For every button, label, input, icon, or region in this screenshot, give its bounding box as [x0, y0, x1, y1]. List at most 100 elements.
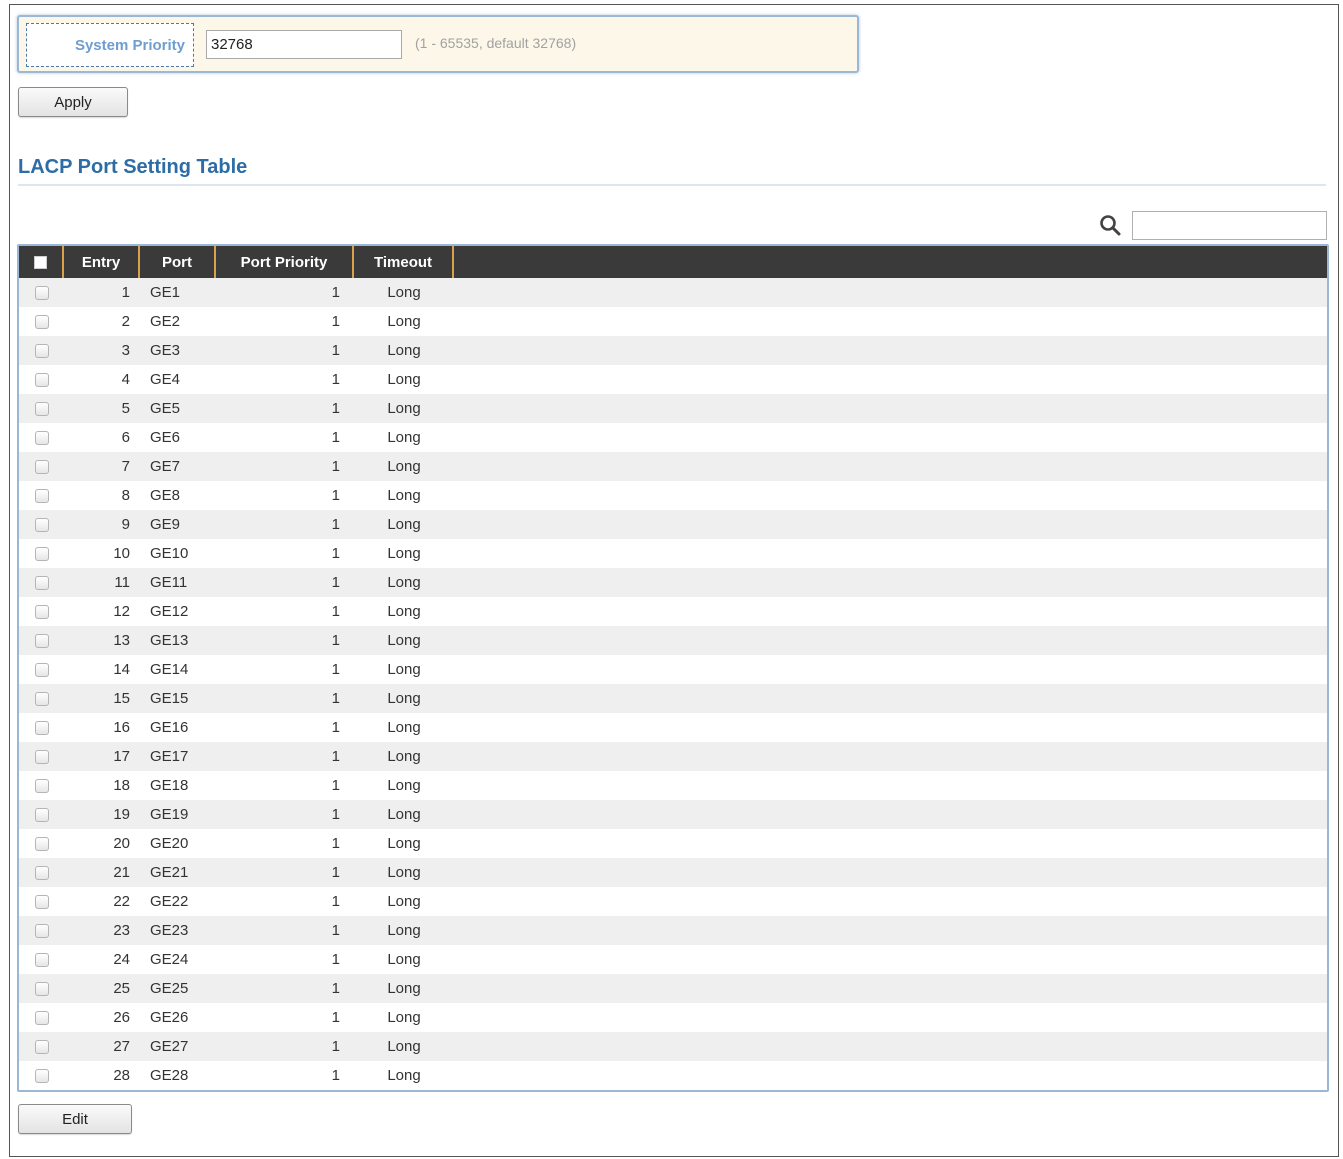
row-checkbox-cell — [19, 452, 64, 481]
select-all-checkbox[interactable] — [34, 255, 47, 269]
cell-port: GE2 — [150, 313, 181, 330]
table-row[interactable]: 15 GE15 1 Long — [19, 684, 1327, 713]
cell-timeout: Long — [387, 284, 421, 301]
row-checkbox-cell — [19, 278, 64, 307]
row-checkbox[interactable] — [34, 923, 49, 938]
cell-entry: 26 — [113, 1009, 130, 1026]
cell-port-priority: 1 — [331, 516, 340, 533]
table-row[interactable]: 27 GE27 1 Long — [19, 1032, 1327, 1061]
table-row[interactable]: 21 GE21 1 Long — [19, 858, 1327, 887]
table-row[interactable]: 11 GE11 1 Long — [19, 568, 1327, 597]
row-checkbox[interactable] — [34, 633, 49, 648]
row-checkbox[interactable] — [34, 807, 49, 822]
row-checkbox[interactable] — [34, 1039, 49, 1054]
cell-entry: 7 — [121, 458, 130, 475]
header-timeout[interactable]: Timeout — [354, 246, 454, 278]
row-checkbox-cell — [19, 945, 64, 974]
row-checkbox[interactable] — [34, 517, 49, 532]
table-row[interactable]: 20 GE20 1 Long — [19, 829, 1327, 858]
row-checkbox[interactable] — [34, 894, 49, 909]
system-priority-hint: (1 - 65535, default 32768) — [415, 35, 577, 51]
row-checkbox[interactable] — [34, 314, 49, 329]
cell-entry: 16 — [113, 719, 130, 736]
table-row[interactable]: 22 GE22 1 Long — [19, 887, 1327, 916]
cell-port: GE6 — [150, 429, 181, 446]
table-row[interactable]: 9 GE9 1 Long — [19, 510, 1327, 539]
table-row[interactable]: 6 GE6 1 Long — [19, 423, 1327, 452]
row-checkbox[interactable] — [34, 865, 49, 880]
table-row[interactable]: 26 GE26 1 Long — [19, 1003, 1327, 1032]
row-checkbox[interactable] — [34, 1010, 49, 1025]
cell-entry: 19 — [113, 806, 130, 823]
table-row[interactable]: 18 GE18 1 Long — [19, 771, 1327, 800]
search-input[interactable] — [1132, 211, 1327, 240]
row-checkbox[interactable] — [34, 1068, 49, 1083]
table-row[interactable]: 16 GE16 1 Long — [19, 713, 1327, 742]
cell-entry: 22 — [113, 893, 130, 910]
table-row[interactable]: 5 GE5 1 Long — [19, 394, 1327, 423]
cell-entry: 23 — [113, 922, 130, 939]
table-row[interactable]: 12 GE12 1 Long — [19, 597, 1327, 626]
table-row[interactable]: 10 GE10 1 Long — [19, 539, 1327, 568]
header-entry[interactable]: Entry — [64, 246, 140, 278]
table-row[interactable]: 13 GE13 1 Long — [19, 626, 1327, 655]
search-icon[interactable] — [1098, 213, 1122, 237]
cell-port: GE11 — [150, 574, 188, 591]
cell-entry: 24 — [113, 951, 130, 968]
row-checkbox[interactable] — [34, 488, 49, 503]
row-checkbox[interactable] — [34, 981, 49, 996]
cell-port-priority: 1 — [331, 951, 340, 968]
cell-port-priority: 1 — [331, 458, 340, 475]
cell-port-priority: 1 — [331, 342, 340, 359]
row-checkbox[interactable] — [34, 749, 49, 764]
table-row[interactable]: 25 GE25 1 Long — [19, 974, 1327, 1003]
row-checkbox[interactable] — [34, 575, 49, 590]
row-checkbox[interactable] — [34, 836, 49, 851]
system-priority-input[interactable] — [206, 30, 402, 59]
row-checkbox[interactable] — [34, 343, 49, 358]
row-checkbox[interactable] — [34, 285, 49, 300]
cell-entry: 15 — [113, 690, 130, 707]
cell-port-priority: 1 — [331, 690, 340, 707]
table-row[interactable]: 2 GE2 1 Long — [19, 307, 1327, 336]
cell-timeout: Long — [387, 545, 421, 562]
row-checkbox[interactable] — [34, 546, 49, 561]
table-row[interactable]: 14 GE14 1 Long — [19, 655, 1327, 684]
apply-button[interactable]: Apply — [18, 87, 128, 117]
row-checkbox[interactable] — [34, 430, 49, 445]
table-header: Entry Port Port Priority Timeout — [19, 246, 1327, 278]
row-checkbox[interactable] — [34, 459, 49, 474]
row-checkbox[interactable] — [34, 952, 49, 967]
table-row[interactable]: 19 GE19 1 Long — [19, 800, 1327, 829]
table-row[interactable]: 28 GE28 1 Long — [19, 1061, 1327, 1090]
header-port[interactable]: Port — [140, 246, 216, 278]
header-port-priority[interactable]: Port Priority — [216, 246, 354, 278]
row-checkbox[interactable] — [34, 372, 49, 387]
row-checkbox[interactable] — [34, 604, 49, 619]
row-checkbox-cell — [19, 655, 64, 684]
table-row[interactable]: 8 GE8 1 Long — [19, 481, 1327, 510]
row-checkbox-cell — [19, 394, 64, 423]
row-checkbox-cell — [19, 974, 64, 1003]
table-row[interactable]: 17 GE17 1 Long — [19, 742, 1327, 771]
cell-port-priority: 1 — [331, 1067, 340, 1084]
table-row[interactable]: 4 GE4 1 Long — [19, 365, 1327, 394]
edit-button[interactable]: Edit — [18, 1104, 132, 1134]
row-checkbox[interactable] — [34, 691, 49, 706]
cell-entry: 17 — [113, 748, 130, 765]
table-row[interactable]: 24 GE24 1 Long — [19, 945, 1327, 974]
table-row[interactable]: 1 GE1 1 Long — [19, 278, 1327, 307]
cell-port-priority: 1 — [331, 980, 340, 997]
cell-port-priority: 1 — [331, 661, 340, 678]
row-checkbox[interactable] — [34, 720, 49, 735]
cell-entry: 6 — [121, 429, 130, 446]
cell-entry: 2 — [121, 313, 130, 330]
row-checkbox[interactable] — [34, 778, 49, 793]
row-checkbox[interactable] — [34, 401, 49, 416]
cell-timeout: Long — [387, 806, 421, 823]
row-checkbox[interactable] — [34, 662, 49, 677]
table-row[interactable]: 23 GE23 1 Long — [19, 916, 1327, 945]
table-row[interactable]: 3 GE3 1 Long — [19, 336, 1327, 365]
cell-port: GE25 — [150, 980, 189, 997]
table-row[interactable]: 7 GE7 1 Long — [19, 452, 1327, 481]
